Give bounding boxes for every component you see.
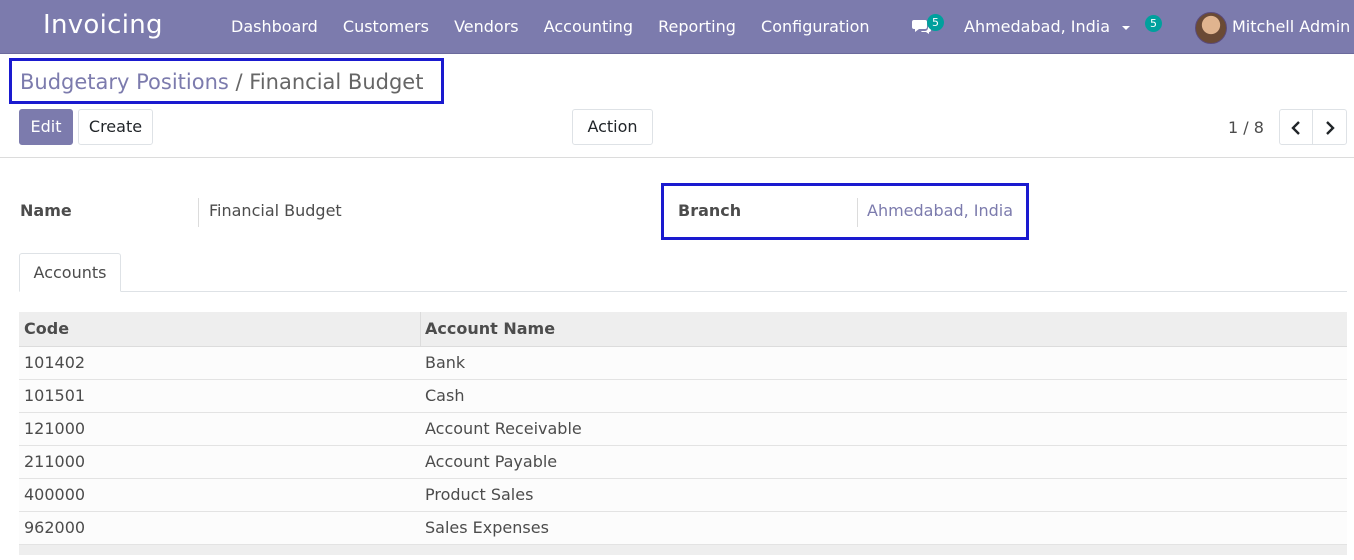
cell-account-name: Account Payable	[425, 452, 558, 471]
pager-previous-button[interactable]	[1279, 109, 1313, 145]
edit-button[interactable]: Edit	[19, 109, 73, 145]
branch-link[interactable]: Ahmedabad, India	[867, 201, 1013, 220]
control-panel-divider	[0, 157, 1354, 158]
table-header: Code Account Name	[19, 312, 1347, 347]
cell-code: 962000	[24, 518, 86, 537]
table-footer	[19, 545, 1347, 555]
cell-code: 121000	[24, 419, 86, 438]
name-field-separator	[198, 198, 199, 227]
company-switcher[interactable]: Ahmedabad, India	[964, 17, 1131, 36]
activity-badge[interactable]: 5	[1145, 15, 1162, 32]
chevron-left-icon	[1291, 120, 1300, 135]
breadcrumb-parent[interactable]: Budgetary Positions	[20, 70, 229, 94]
breadcrumb-separator: /	[235, 70, 243, 94]
tab-accounts[interactable]: Accounts	[19, 253, 121, 292]
caret-down-icon	[1122, 25, 1131, 30]
tabs-baseline	[19, 291, 1347, 292]
breadcrumb: Budgetary Positions / Financial Budget	[20, 70, 423, 94]
user-name[interactable]: Mitchell Admin	[1232, 17, 1350, 36]
messages-badge: 5	[927, 14, 944, 31]
cell-account-name: Product Sales	[425, 485, 534, 504]
cell-account-name: Account Receivable	[425, 419, 582, 438]
column-separator	[420, 312, 421, 346]
pager-next-button[interactable]	[1312, 109, 1347, 145]
menu-customers[interactable]: Customers	[343, 17, 429, 36]
chevron-right-icon	[1325, 120, 1335, 135]
table-row[interactable]: 211000 Account Payable	[19, 446, 1347, 479]
table-row[interactable]: 101501 Cash	[19, 380, 1347, 413]
accounts-table: Code Account Name 101402 Bank 101501 Cas…	[19, 312, 1347, 555]
breadcrumb-current: Financial Budget	[249, 70, 424, 94]
cell-account-name: Cash	[425, 386, 465, 405]
app-brand[interactable]: Invoicing	[43, 10, 163, 40]
cell-code: 211000	[24, 452, 86, 471]
main-menu: Dashboard Customers Vendors Accounting R…	[231, 17, 890, 36]
cell-code: 101402	[24, 353, 86, 372]
column-header-code[interactable]: Code	[24, 319, 69, 338]
create-button[interactable]: Create	[78, 109, 153, 145]
branch-label: Branch	[678, 201, 742, 220]
table-row[interactable]: 121000 Account Receivable	[19, 413, 1347, 446]
user-avatar[interactable]	[1195, 12, 1227, 44]
pager-value[interactable]: 1 / 8	[1228, 118, 1264, 137]
table-row[interactable]: 962000 Sales Expenses	[19, 512, 1347, 545]
menu-reporting[interactable]: Reporting	[658, 17, 736, 36]
cell-account-name: Bank	[425, 353, 466, 372]
column-header-account-name[interactable]: Account Name	[425, 319, 555, 338]
menu-accounting[interactable]: Accounting	[544, 17, 633, 36]
cell-account-name: Sales Expenses	[425, 518, 549, 537]
branch-field-separator	[857, 198, 858, 227]
menu-dashboard[interactable]: Dashboard	[231, 17, 318, 36]
name-label: Name	[20, 201, 72, 220]
cell-code: 400000	[24, 485, 86, 504]
company-name: Ahmedabad, India	[964, 17, 1111, 36]
menu-configuration[interactable]: Configuration	[761, 17, 870, 36]
action-button[interactable]: Action	[572, 109, 653, 145]
table-row[interactable]: 400000 Product Sales	[19, 479, 1347, 512]
top-navbar: Invoicing Dashboard Customers Vendors Ac…	[0, 0, 1354, 54]
name-value: Financial Budget	[209, 201, 342, 220]
menu-vendors[interactable]: Vendors	[454, 17, 519, 36]
table-row[interactable]: 101402 Bank	[19, 347, 1347, 380]
cell-code: 101501	[24, 386, 86, 405]
